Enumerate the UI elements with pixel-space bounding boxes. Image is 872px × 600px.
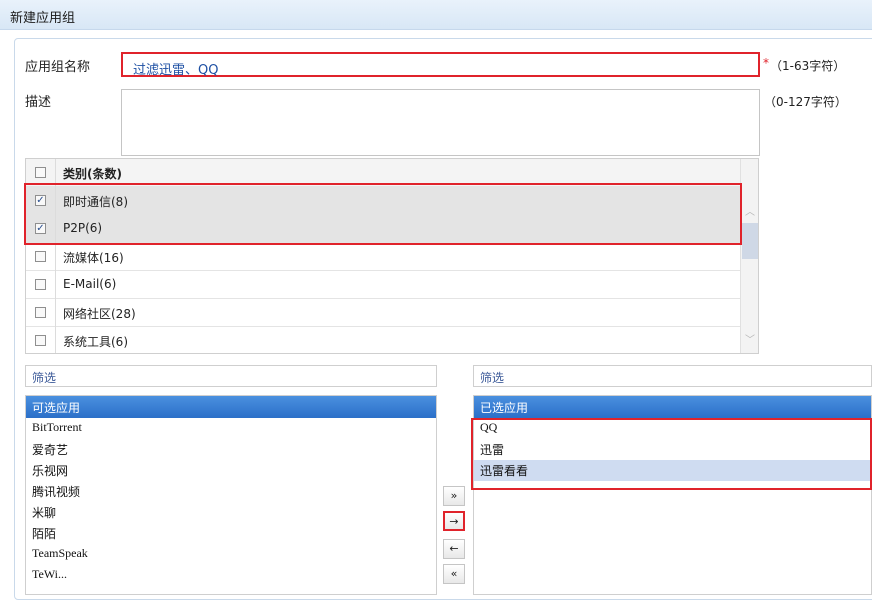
selected-filter-input[interactable]: 筛选: [473, 365, 872, 387]
category-checkbox[interactable]: [35, 279, 46, 290]
add-all-button[interactable]: »: [443, 486, 465, 506]
window-titlebar: 新建应用组: [0, 0, 872, 30]
add-button[interactable]: →: [443, 511, 465, 531]
category-header-label: 类别(条数): [63, 167, 122, 181]
list-item[interactable]: BitTorrent: [26, 418, 436, 439]
category-row[interactable]: 网络社区(28): [26, 299, 740, 327]
list-item[interactable]: 爱奇艺: [26, 439, 436, 460]
selected-categories-highlight: [24, 183, 742, 245]
description-length-hint: （0-127字符）: [764, 95, 847, 109]
category-checkbox[interactable]: [35, 251, 46, 262]
list-item[interactable]: TeamSpeak: [26, 544, 436, 565]
category-label: 系统工具(6): [63, 335, 128, 349]
category-label: 网络社区(28): [63, 307, 136, 321]
scroll-down-icon[interactable]: ﹀: [745, 331, 755, 346]
selected-apps-header: 已选应用: [474, 396, 871, 418]
list-item[interactable]: 乐视网: [26, 460, 436, 481]
required-mark: *: [763, 56, 769, 70]
category-checkbox[interactable]: [35, 307, 46, 318]
name-label: 应用组名称: [25, 60, 91, 75]
category-row[interactable]: 流媒体(16): [26, 243, 740, 271]
category-checkbox[interactable]: [35, 335, 46, 346]
description-label: 描述: [25, 95, 52, 110]
category-scrollbar[interactable]: ︿ ﹀: [740, 159, 758, 353]
scroll-thumb[interactable]: [742, 223, 758, 259]
category-label: E-Mail(6): [63, 277, 117, 291]
available-apps-list[interactable]: 可选应用 BitTorrent 爱奇艺 乐视网 腾讯视频 米聊 陌陌 TeamS…: [25, 395, 437, 595]
scroll-up-icon[interactable]: ︿: [745, 203, 755, 218]
list-item[interactable]: 米聊: [26, 502, 436, 523]
category-row[interactable]: E-Mail(6): [26, 271, 740, 299]
list-item[interactable]: TeWi...: [26, 565, 436, 586]
list-item[interactable]: 陌陌: [26, 523, 436, 544]
group-name-input[interactable]: 过滤迅雷、QQ: [121, 52, 760, 78]
selected-apps-highlight: [471, 418, 872, 490]
list-item[interactable]: 腾讯视频: [26, 481, 436, 502]
available-apps-header: 可选应用: [26, 396, 436, 418]
window-title: 新建应用组: [10, 11, 76, 26]
select-all-checkbox[interactable]: [35, 167, 46, 178]
name-length-hint: （1-63字符）: [770, 59, 846, 73]
available-filter-input[interactable]: 筛选: [25, 365, 437, 387]
category-row[interactable]: 系统工具(6): [26, 327, 740, 353]
description-textarea[interactable]: [121, 89, 760, 156]
remove-all-button[interactable]: «: [443, 564, 465, 584]
remove-button[interactable]: ←: [443, 539, 465, 559]
category-label: 流媒体(16): [63, 251, 124, 265]
